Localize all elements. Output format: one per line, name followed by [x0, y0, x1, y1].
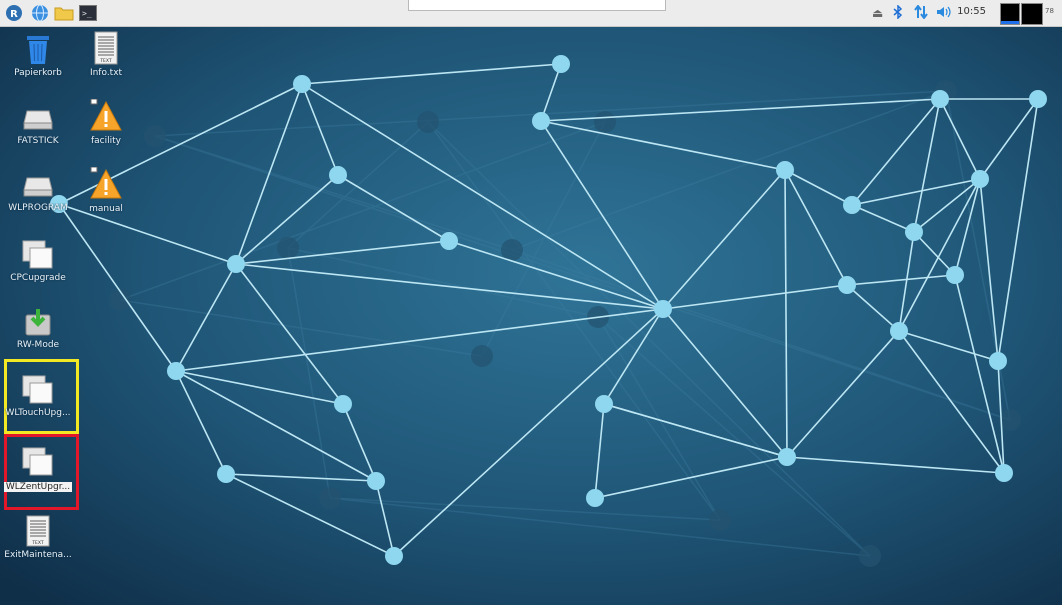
desktop-icon-rw-mode[interactable]: RW-Mode	[3, 307, 73, 350]
network-node	[946, 266, 964, 284]
background-node	[417, 111, 439, 133]
desktop-icon-label: WLPROGRAM	[8, 203, 68, 213]
warning-icon	[89, 98, 123, 133]
window-title-strip[interactable]	[408, 0, 666, 11]
background-node	[144, 125, 166, 147]
volume-icon[interactable]	[936, 5, 952, 23]
network-node	[440, 232, 458, 250]
desktop-icon-label: facility	[91, 136, 121, 146]
desktop-icon-fatstick[interactable]: FATSTICK	[3, 103, 73, 146]
desktop-icon-papierkorb[interactable]: Papierkorb	[3, 35, 73, 78]
desktop-icon-wltouchupg[interactable]: WLTouchUpg...	[3, 375, 73, 418]
background-node	[319, 487, 341, 509]
network-node	[293, 75, 311, 93]
desktop-icon-label: manual	[89, 204, 123, 214]
desktop-icon-label: Info.txt	[89, 68, 123, 78]
background-node	[709, 509, 731, 531]
desktop-icon-label: FATSTICK	[17, 136, 59, 146]
eject-icon[interactable]: ⏏	[872, 5, 883, 21]
network-node	[217, 465, 235, 483]
desktop-icon-manual[interactable]: manual	[71, 166, 141, 214]
desktop-icon-exitmaintenance[interactable]: TEXT ExitMaintena...	[3, 515, 73, 560]
desktop-screen: R >_ ⏏ 10:55 78 Papierkorb FATSTICK WLPR…	[0, 0, 1062, 605]
desktop-icon-wlzentupgr[interactable]: WLZentUpgr...	[3, 447, 73, 496]
network-node	[385, 547, 403, 565]
window-icon	[22, 240, 54, 270]
background-node	[471, 345, 493, 367]
text-file-badge: TEXT	[99, 58, 112, 64]
network-node	[227, 255, 245, 273]
desktop-icon-label: WLZentUpgr...	[3, 482, 73, 492]
network-node	[989, 352, 1007, 370]
network-wallpaper	[0, 0, 1062, 605]
bluetooth-icon[interactable]	[893, 4, 903, 23]
network-node	[334, 395, 352, 413]
cpu-monitor	[1000, 3, 1020, 25]
taskbar: R >_ ⏏ 10:55 78	[0, 0, 1062, 27]
text-file-badge: TEXT	[31, 540, 44, 546]
window-icon	[22, 375, 54, 405]
terminal-icon[interactable]: >_	[78, 3, 98, 23]
desktop-icon-label: CPCupgrade	[10, 273, 66, 283]
network-node	[778, 448, 796, 466]
network-node	[838, 276, 856, 294]
clock[interactable]: 10:55	[957, 6, 986, 17]
network-icon[interactable]	[914, 4, 928, 23]
desktop-icon-label: ExitMaintena...	[4, 550, 72, 560]
drive-icon	[23, 103, 53, 133]
network-node	[776, 161, 794, 179]
raspberry-menu-icon[interactable]: R	[4, 3, 24, 23]
svg-text:>_: >_	[82, 9, 92, 18]
network-node	[905, 223, 923, 241]
network-node	[843, 196, 861, 214]
install-icon	[24, 307, 52, 337]
memory-monitor	[1021, 3, 1043, 25]
network-node	[167, 362, 185, 380]
background-node	[277, 237, 299, 259]
network-node	[971, 170, 989, 188]
cpu-temp-label: 78	[1045, 7, 1054, 15]
warning-icon	[89, 166, 123, 201]
desktop-icon-facility[interactable]: facility	[71, 98, 141, 146]
trash-icon	[25, 35, 51, 65]
background-node	[859, 545, 881, 567]
network-node	[995, 464, 1013, 482]
network-node	[367, 472, 385, 490]
globe-icon[interactable]	[30, 3, 50, 23]
network-node	[586, 489, 604, 507]
network-node	[1029, 90, 1047, 108]
background-node	[501, 239, 523, 261]
background-node	[594, 111, 616, 133]
window-icon	[22, 447, 54, 477]
network-node	[595, 395, 613, 413]
desktop-icon-cpcupgrade[interactable]: CPCupgrade	[3, 240, 73, 283]
text-file-icon: TEXT	[26, 515, 50, 547]
desktop-icon-label: Papierkorb	[14, 68, 62, 78]
network-node	[931, 90, 949, 108]
network-node	[329, 166, 347, 184]
network-node	[532, 112, 550, 130]
desktop-icon-label: WLTouchUpg...	[5, 408, 71, 418]
svg-text:R: R	[10, 9, 18, 20]
network-node	[552, 55, 570, 73]
network-node	[890, 322, 908, 340]
folder-icon[interactable]	[54, 3, 74, 23]
desktop-icon-info-txt[interactable]: TEXT Info.txt	[71, 31, 141, 78]
text-file-icon: TEXT	[94, 31, 118, 65]
desktop-icon-label: RW-Mode	[16, 340, 60, 350]
desktop-icon-wlprogram[interactable]: WLPROGRAM	[3, 170, 73, 213]
drive-icon	[23, 170, 53, 200]
network-node	[654, 300, 672, 318]
